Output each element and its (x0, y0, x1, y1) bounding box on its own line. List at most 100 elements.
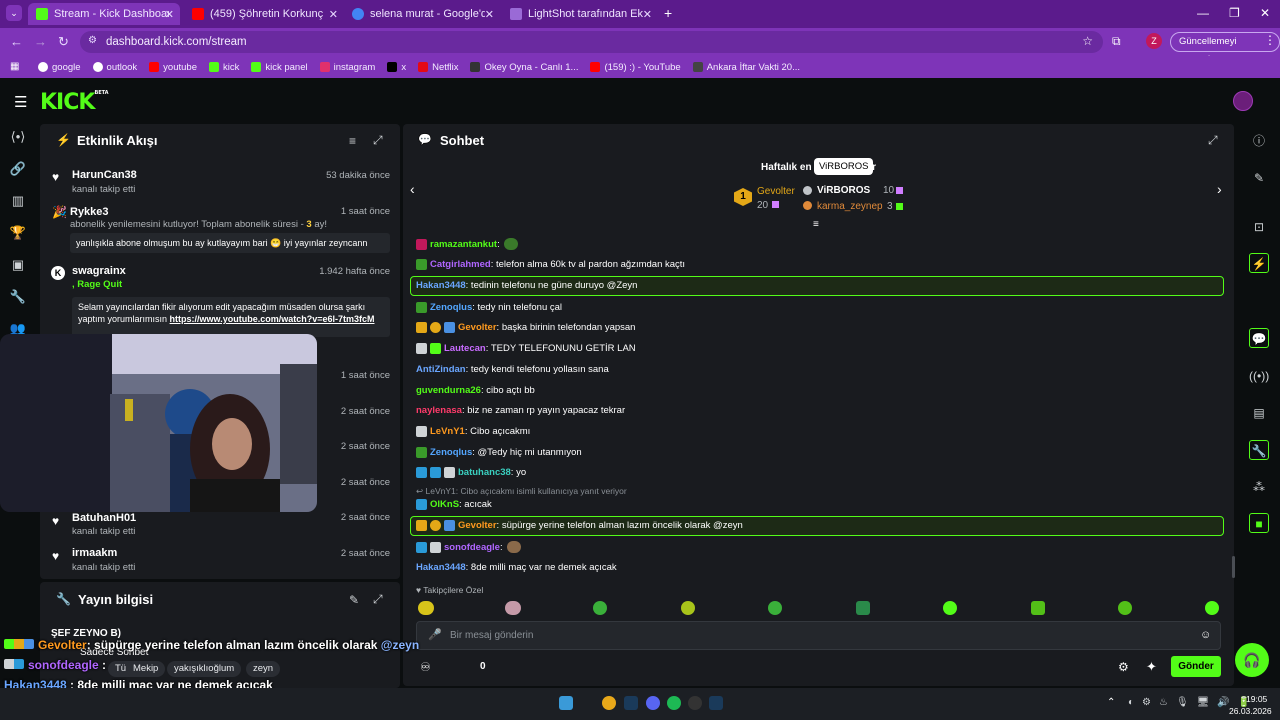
reload-icon[interactable]: ↻ (58, 34, 69, 50)
apps-grid-icon[interactable]: ▦ (10, 61, 19, 72)
kick-logo[interactable]: KICKBETA (40, 90, 109, 115)
tab-lightshot[interactable]: LightShot tarafından Ekran Gör ✕ (502, 3, 658, 25)
analytics-icon[interactable]: ▥ (9, 192, 27, 210)
steam-active-icon[interactable] (709, 696, 723, 710)
kick-bot-icon[interactable]: ■ (1249, 513, 1269, 533)
profile-avatar[interactable]: Z (1146, 33, 1162, 49)
chat-message[interactable]: Hakan3448: tedinin telefonu ne güne duru… (416, 280, 637, 291)
chat-message[interactable]: OlKnS: acıcak (416, 499, 492, 510)
activity-username[interactable]: BatuhanH01 (72, 512, 136, 524)
emote-pepe-icon[interactable] (418, 601, 434, 615)
emote-frog-icon[interactable] (856, 601, 870, 615)
activity-username[interactable]: irmaakm (72, 547, 117, 559)
chat-message[interactable]: guvendurna26: cibo açtı bb (416, 385, 535, 396)
send-button[interactable]: Gönder (1171, 656, 1221, 677)
emote-face-icon[interactable] (681, 601, 695, 615)
media-icon[interactable]: ▣ (9, 256, 27, 274)
chat-message[interactable]: ramazantankut: (416, 238, 518, 250)
tab-google-search[interactable]: selena murat - Google'da Ara ✕ (344, 3, 500, 25)
chat-message[interactable]: Lautecan: TEDY TELEFONUNU GETİR LAN (416, 343, 636, 354)
broadcast-icon[interactable]: ⟨•⟩ (9, 128, 27, 146)
stream-tag[interactable]: zeyn (246, 661, 281, 677)
bookmark-kick[interactable]: kick (208, 62, 239, 73)
tab-kick-dashboard[interactable]: Stream - Kick Dashboard ✕ (28, 3, 180, 25)
bookmark-x[interactable]: x (387, 62, 406, 73)
popout-icon[interactable]: ⤢ (373, 592, 383, 607)
tab-youtube[interactable]: (459) Şöhretin Korkunç Bedeli: ✕ (184, 3, 344, 25)
tab-search-icon[interactable]: ⌄ (6, 5, 22, 21)
close-window-icon[interactable]: ✕ (1260, 6, 1270, 20)
activity-username[interactable]: swagrainx (72, 265, 126, 277)
info-icon[interactable]: ⓘ (1249, 131, 1269, 151)
trophy-icon[interactable]: 🏆 (9, 224, 27, 242)
bookmark-star-icon[interactable]: ☆ (1082, 34, 1093, 48)
bookmark-ankara-iftar[interactable]: Ankara İftar Vakti 20... (692, 62, 800, 73)
stream-tag[interactable]: Mekip (126, 661, 166, 677)
address-bar[interactable]: ⚙ dashboard.kick.com/stream ☆ (80, 31, 1103, 53)
close-tab-icon[interactable]: ✕ (165, 8, 174, 21)
chat-message[interactable]: Hakan3448: 8de milli maç var ne demek aç… (416, 562, 617, 573)
activity-username[interactable]: Rykke3 (70, 206, 109, 218)
community-icon[interactable]: ⁂ (1249, 477, 1269, 497)
close-tab-icon[interactable]: ✕ (329, 8, 338, 21)
bookmark-youtube-159[interactable]: (159) :) - YouTube (590, 62, 681, 73)
chat-message[interactable]: Gevolter: süpürge yerine telefon alman l… (416, 520, 743, 531)
close-tab-icon[interactable]: ✕ (643, 8, 652, 21)
user-avatar[interactable] (1233, 91, 1253, 111)
close-tab-icon[interactable]: ✕ (485, 8, 494, 21)
steam-icon[interactable] (624, 696, 638, 710)
chat-settings-icon[interactable]: ⚙ (1118, 660, 1129, 674)
support-headset-icon[interactable]: 🎧 (1235, 643, 1269, 677)
discord-icon[interactable] (646, 696, 660, 710)
bookmark-outlook[interactable]: outlook (92, 62, 137, 73)
chrome-icon[interactable] (602, 696, 616, 710)
leader-name[interactable]: karma_zeynep (817, 201, 883, 212)
capture-icon[interactable]: ⊡ (1249, 217, 1269, 237)
tray-chevron-icon[interactable]: ⌃ (1107, 697, 1115, 708)
back-icon[interactable]: ← (10, 34, 23, 49)
emote-green-icon[interactable] (943, 601, 957, 615)
extensions-icon[interactable]: ⧉ (1112, 34, 1121, 49)
new-tab-icon[interactable]: + (664, 5, 672, 21)
site-info-icon[interactable]: ⚙ (88, 35, 97, 46)
activity-username[interactable]: HarunCan38 (72, 169, 137, 181)
chat-message[interactable]: Zenoqlus: @Tedy hiç mi utanmıyon (416, 447, 582, 458)
leader-name[interactable]: Gevolter (757, 186, 795, 197)
chat-input[interactable] (416, 621, 1221, 650)
broadcast-rail-icon[interactable]: ((•)) (1249, 366, 1269, 386)
chat-rail-icon[interactable]: 💬 (1249, 328, 1269, 348)
link-icon[interactable]: 🔗 (9, 160, 27, 178)
chat-message[interactable]: batuhanc38: yo (416, 467, 526, 478)
youtube-link[interactable]: https://www.youtube.com/watch?v=e6l-7tm3… (170, 314, 375, 324)
filter-icon[interactable]: ≡ (349, 134, 356, 148)
emote-box-icon[interactable] (1031, 601, 1045, 615)
emote-ball-icon[interactable] (593, 601, 607, 615)
scrollbar[interactable] (1232, 556, 1235, 578)
expand-leaderboard-icon[interactable]: ≡ (813, 219, 819, 230)
popout-icon[interactable]: ⤢ (1208, 133, 1218, 148)
obs-icon[interactable] (688, 696, 702, 710)
forward-icon[interactable]: → (34, 34, 47, 49)
chat-message[interactable]: sonofdeagle: (416, 541, 521, 553)
chat-message[interactable]: LeVnY1: Cibo açıcakmı (416, 426, 530, 437)
emote-grin-icon[interactable] (1205, 601, 1219, 615)
hamburger-menu-icon[interactable]: ☰ (14, 93, 27, 111)
activity-rail-icon[interactable]: ⚡ (1249, 253, 1269, 273)
leader-name[interactable]: ViRBOROS (817, 185, 870, 196)
wrench-icon[interactable]: 🔧 (9, 288, 27, 306)
browser-menu-icon[interactable]: ⋮ (1264, 33, 1276, 47)
bookmark-okey[interactable]: Okey Oyna - Canlı 1... (470, 62, 578, 73)
chat-message[interactable]: Zenoqlus: tedy nin telefonu çal (416, 302, 562, 313)
bookmark-youtube[interactable]: youtube (149, 62, 197, 73)
microphone-icon[interactable]: 🎤 (428, 628, 442, 641)
tools-rail-icon[interactable]: 🔧 (1249, 440, 1269, 460)
spotify-icon[interactable] (667, 696, 681, 710)
emote-smile-icon[interactable] (1118, 601, 1132, 615)
carousel-prev-icon[interactable]: ‹ (410, 181, 415, 197)
bookmark-kick-panel[interactable]: kick panel (251, 62, 308, 73)
chat-message[interactable]: AntiZindan: tedy kendi telefonu yollasın… (416, 364, 609, 375)
bookmark-google[interactable]: google (38, 62, 81, 73)
restore-icon[interactable]: ❐ (1229, 6, 1240, 20)
start-icon[interactable] (559, 696, 573, 710)
emote-skeleton-icon[interactable] (505, 601, 521, 615)
